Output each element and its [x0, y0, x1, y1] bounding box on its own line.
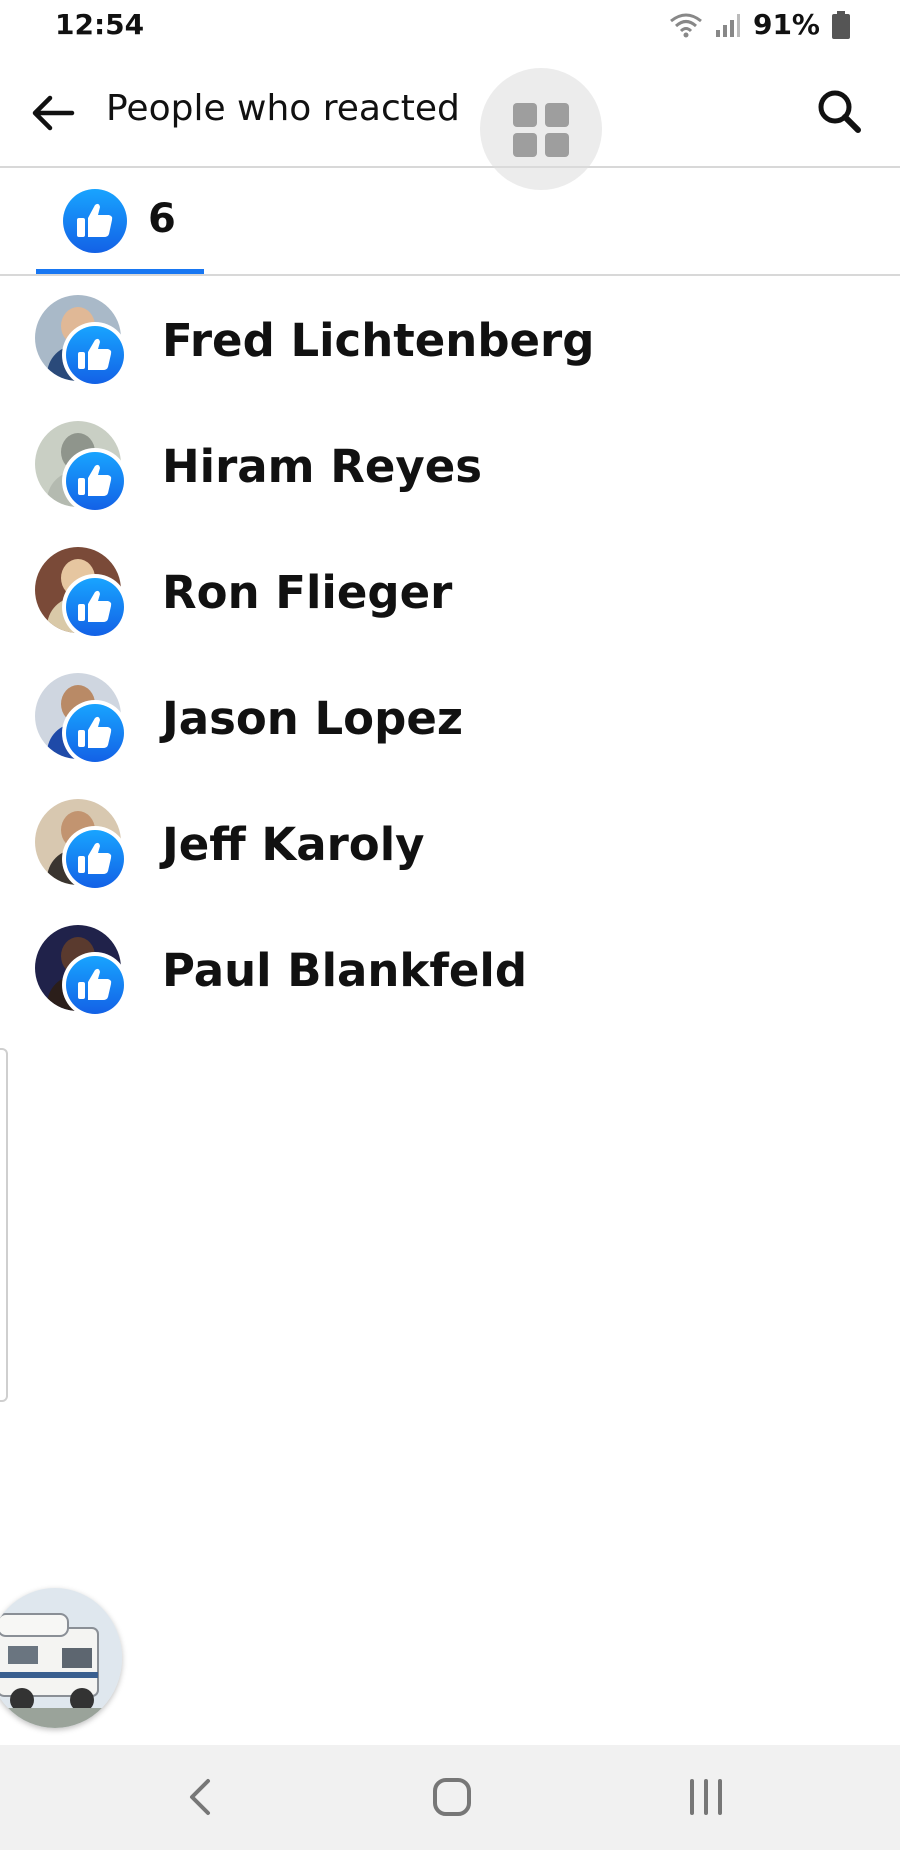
tab-like-count: 6 — [148, 196, 176, 242]
like-icon — [62, 448, 128, 514]
back-arrow-icon — [32, 95, 75, 131]
like-icon — [62, 700, 128, 766]
edge-panel-handle[interactable] — [0, 1048, 8, 1402]
like-icon — [62, 322, 128, 388]
list-item[interactable]: Jason Lopez — [0, 658, 900, 784]
reaction-tabs: 6 — [0, 168, 900, 276]
app-header: People who reacted — [0, 58, 900, 190]
search-button[interactable] — [812, 84, 868, 140]
rv-photo — [0, 1588, 122, 1728]
back-button[interactable] — [28, 88, 78, 138]
like-icon — [62, 952, 128, 1018]
nav-home-icon[interactable] — [430, 1775, 474, 1819]
list-item[interactable]: Hiram Reyes — [0, 406, 900, 532]
status-bar: 12:54 91% — [0, 0, 900, 56]
reactor-name[interactable]: Paul Blankfeld — [162, 944, 527, 997]
nav-recent-apps-icon[interactable] — [684, 1775, 728, 1819]
reactor-name[interactable]: Jeff Karoly — [162, 818, 425, 871]
battery-icon — [832, 10, 850, 39]
list-item[interactable]: Ron Flieger — [0, 532, 900, 658]
wifi-icon — [669, 11, 703, 39]
status-time: 12:54 — [55, 8, 145, 41]
search-icon — [818, 90, 861, 133]
signal-icon — [715, 12, 741, 38]
list-item[interactable]: Jeff Karoly — [0, 784, 900, 910]
battery-percent: 91% — [752, 8, 820, 41]
reactor-name[interactable]: Ron Flieger — [162, 566, 452, 619]
system-nav-bar — [0, 1745, 900, 1850]
reactor-name[interactable]: Jason Lopez — [162, 692, 463, 745]
list-item[interactable]: Fred Lichtenberg — [0, 280, 900, 406]
like-icon — [63, 189, 127, 253]
chat-head-bubble[interactable] — [0, 1588, 122, 1728]
reactor-name[interactable]: Fred Lichtenberg — [162, 314, 594, 367]
like-icon — [62, 826, 128, 892]
reactor-name[interactable]: Hiram Reyes — [162, 440, 482, 493]
page-title: People who reacted — [106, 88, 460, 129]
nav-back-icon[interactable] — [180, 1775, 220, 1819]
tab-like[interactable]: 6 — [36, 168, 204, 274]
list-item[interactable]: Paul Blankfeld — [0, 910, 900, 1036]
status-icons: 91% — [669, 8, 850, 41]
like-icon — [62, 574, 128, 640]
